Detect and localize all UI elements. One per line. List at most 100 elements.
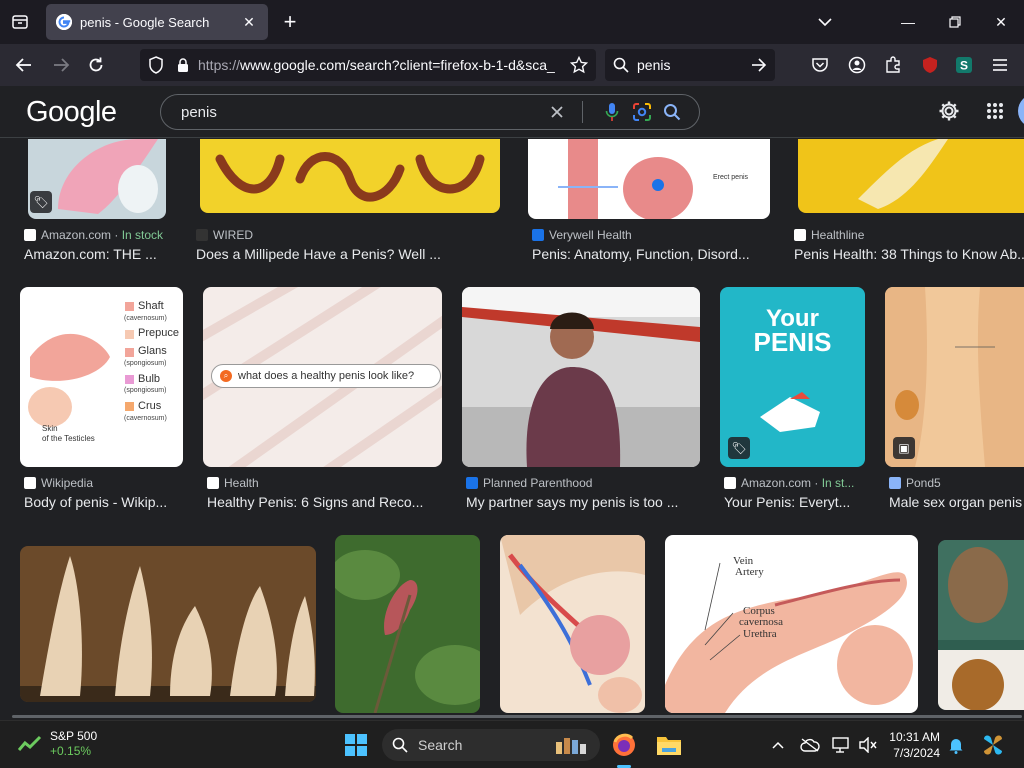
shopping-tag-icon: 🏷 — [728, 437, 750, 459]
result-caption[interactable]: Does a Millipede Have a Penis? Well ... — [196, 246, 456, 262]
back-icon[interactable] — [11, 52, 37, 78]
result-card[interactable]: Shaft (cavernosum) Prepuce Glans (spongi… — [20, 287, 186, 517]
minimize-icon[interactable]: — — [896, 10, 920, 34]
image-results-grid: 🏷 Amazon.com · In stock Amazon.com: THE … — [0, 139, 1024, 716]
account-icon[interactable] — [845, 53, 869, 77]
browser-search-bar[interactable]: penis — [605, 49, 775, 81]
microphone-icon[interactable] — [599, 99, 625, 125]
arrow-right-icon[interactable] — [751, 58, 767, 72]
result-thumbnail[interactable]: Erect penis — [528, 139, 770, 219]
system-clock[interactable]: 10:31 AM 7/3/2024 — [886, 729, 940, 761]
result-card[interactable]: 🏷 Amazon.com · In stock Amazon.com: THE … — [24, 139, 166, 264]
result-thumbnail[interactable]: ⌕ what does a healthy penis look like? — [203, 287, 442, 467]
new-tab-icon[interactable]: + — [279, 10, 301, 34]
url-bar[interactable]: https://www.google.com/search?client=fir… — [140, 49, 596, 81]
restore-icon[interactable] — [943, 10, 967, 34]
result-caption[interactable]: Healthy Penis: 6 Signs and Reco... — [207, 494, 439, 510]
search-icon[interactable] — [659, 99, 685, 125]
result-source: Verywell Health — [532, 228, 632, 242]
result-thumbnail[interactable]: Shaft (cavernosum) Prepuce Glans (spongi… — [20, 287, 183, 467]
close-window-icon[interactable]: ✕ — [989, 10, 1013, 34]
result-thumbnail[interactable] — [798, 139, 1024, 213]
clear-icon[interactable] — [544, 99, 570, 125]
result-thumbnail[interactable] — [20, 546, 316, 702]
onedrive-cloud-icon[interactable] — [800, 735, 820, 755]
chevron-down-icon[interactable] — [814, 12, 836, 32]
clock-date: 7/3/2024 — [893, 746, 940, 760]
lens-camera-icon[interactable] — [629, 99, 655, 125]
result-caption[interactable]: Body of penis - Wikip... — [24, 494, 184, 510]
notification-bell-icon[interactable] — [946, 735, 966, 755]
google-apps-grid-icon[interactable] — [983, 99, 1007, 123]
google-search-box[interactable]: penis — [160, 94, 700, 130]
forward-icon[interactable] — [48, 52, 74, 78]
pond5-favicon-icon — [889, 477, 901, 489]
result-caption[interactable]: My partner says my penis is too ... — [466, 494, 698, 510]
diagram-label: cavernosa — [739, 616, 783, 628]
firefox-app-icon[interactable] — [610, 731, 638, 759]
result-card[interactable]: Planned Parenthood My partner says my pe… — [462, 287, 702, 517]
result-source: Health — [207, 476, 259, 490]
extensions-puzzle-icon[interactable] — [881, 53, 905, 77]
result-card[interactable]: Healthline Penis Health: 38 Things to Kn… — [794, 139, 1024, 264]
result-card[interactable] — [20, 546, 316, 706]
file-explorer-icon[interactable] — [655, 731, 683, 759]
shield-icon[interactable] — [148, 56, 164, 74]
result-thumbnail[interactable] — [335, 535, 480, 713]
settings-gear-icon[interactable] — [937, 99, 961, 123]
search-icon — [613, 57, 629, 73]
result-source: Wikipedia — [24, 476, 93, 490]
result-card[interactable]: Erect penis Verywell Health Penis: Anato… — [528, 139, 772, 264]
result-thumbnail[interactable] — [462, 287, 700, 467]
diagram-label: Artery — [735, 566, 764, 578]
google-logo[interactable]: Google — [26, 96, 117, 129]
close-tab-icon[interactable]: ✕ — [240, 13, 258, 31]
result-caption[interactable]: Penis: Anatomy, Function, Disord... — [532, 246, 772, 262]
result-caption[interactable]: Male sex organ penis — [889, 494, 1024, 510]
hamburger-menu-icon[interactable] — [988, 53, 1012, 77]
lock-icon[interactable] — [176, 57, 190, 73]
result-card[interactable] — [335, 535, 481, 715]
google-search-input[interactable]: penis — [181, 104, 540, 121]
browser-search-text: penis — [637, 57, 671, 73]
result-caption[interactable]: Your Penis: Everyt... — [724, 494, 864, 510]
result-source: Pond5 — [889, 476, 941, 490]
result-card[interactable]: ⌕ what does a healthy penis look like? H… — [203, 287, 443, 517]
health-favicon-icon — [207, 477, 219, 489]
windows-start-icon[interactable] — [344, 733, 368, 757]
result-thumbnail[interactable] — [500, 535, 645, 713]
active-tab[interactable]: penis - Google Search ✕ — [46, 4, 268, 40]
network-monitor-icon[interactable] — [832, 735, 852, 755]
result-card[interactable]: Your PENIS 🏷 Amazon.com · In st... Your … — [720, 287, 866, 517]
url-text: https://www.google.com/search?client=fir… — [198, 57, 555, 73]
extension-s-icon[interactable]: S — [952, 53, 976, 77]
result-card[interactable] — [938, 540, 1024, 715]
result-caption[interactable]: Amazon.com: THE ... — [24, 246, 174, 262]
result-caption[interactable]: Penis Health: 38 Things to Know Ab... — [794, 246, 1024, 262]
anatomy-label: Prepuce — [138, 327, 179, 339]
result-card[interactable]: Vein Artery Corpus cavernosa Urethra — [665, 535, 919, 715]
speaker-muted-icon[interactable] — [858, 735, 878, 755]
account-avatar[interactable] — [1018, 94, 1024, 128]
result-card[interactable]: WIRED Does a Millipede Have a Penis? Wel… — [196, 139, 506, 264]
result-thumbnail[interactable]: Vein Artery Corpus cavernosa Urethra — [665, 535, 918, 713]
result-thumbnail[interactable] — [200, 139, 500, 213]
result-card[interactable]: ▣ Pond5 Male sex organ penis — [885, 287, 1024, 517]
pocket-icon[interactable] — [808, 53, 832, 77]
ublock-extension-icon[interactable] — [918, 53, 942, 77]
stock-widget[interactable]: S&P 500 +0.15% — [18, 729, 97, 759]
taskbar-search-box[interactable]: Search — [382, 729, 600, 761]
wikipedia-favicon-icon — [24, 477, 36, 489]
copilot-icon[interactable] — [980, 732, 1006, 758]
chevron-up-icon[interactable] — [768, 735, 788, 755]
search-highlight-icon — [552, 734, 592, 756]
result-thumbnail[interactable] — [938, 540, 1024, 710]
tab-list-icon[interactable] — [8, 10, 32, 34]
stock-chart-icon — [18, 735, 42, 753]
svg-text:S: S — [960, 59, 968, 73]
bookmark-star-icon[interactable] — [570, 56, 588, 74]
reload-icon[interactable] — [83, 52, 109, 78]
horizontal-scrollbar[interactable] — [12, 715, 1022, 718]
stock-change: +0.15% — [50, 744, 92, 758]
result-card[interactable] — [500, 535, 646, 715]
